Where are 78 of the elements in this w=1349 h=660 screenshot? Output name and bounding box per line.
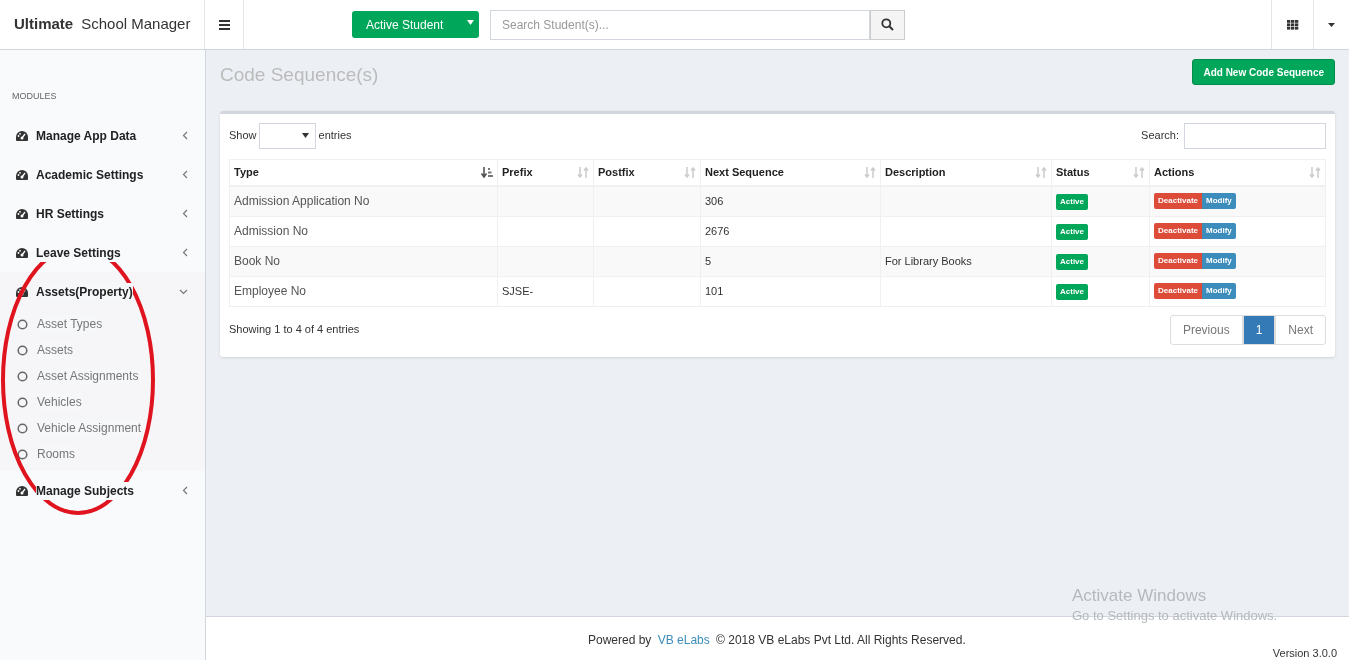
- circle-icon: [17, 448, 28, 460]
- dashboard-icon: [15, 207, 29, 220]
- deactivate-button[interactable]: Deactivate: [1154, 283, 1203, 299]
- activation-notice-text: Go to Settings to activate Windows.: [1072, 607, 1278, 625]
- submenu-item[interactable]: Vehicles: [0, 389, 205, 415]
- sidebar-item[interactable]: Assets(Property): [0, 272, 205, 311]
- dashboard-icon: [15, 484, 29, 497]
- circle-icon: [17, 370, 28, 382]
- table-cell: SJSE-: [502, 284, 534, 297]
- sidebar-item[interactable]: Academic Settings: [0, 155, 205, 194]
- circle-icon: [17, 318, 28, 330]
- menu-icon: [218, 19, 230, 30]
- modify-button[interactable]: Modify: [1202, 283, 1236, 299]
- table-cell: 5: [705, 254, 712, 267]
- entries-label: entries: [318, 128, 352, 144]
- grid-icon: [1286, 19, 1299, 30]
- pagination-button[interactable]: 1: [1242, 314, 1276, 345]
- modify-button[interactable]: Modify: [1202, 253, 1236, 269]
- sidebar-item[interactable]: Manage App Data: [0, 116, 205, 155]
- chevron-left-icon: [182, 131, 188, 140]
- deactivate-button[interactable]: Deactivate: [1154, 193, 1203, 210]
- sidebar-item[interactable]: HR Settings: [0, 194, 205, 233]
- chevron-left-icon: [182, 486, 188, 495]
- dashboard-icon: [15, 168, 29, 181]
- circle-icon: [17, 396, 28, 408]
- add-button[interactable]: Add New Code Sequence: [1192, 59, 1335, 85]
- show-label: Show: [229, 128, 257, 144]
- table-info: Showing 1 to 4 of 4 entries: [229, 322, 360, 338]
- dashboard-icon: [15, 285, 29, 298]
- footer-link[interactable]: VB eLabs: [657, 633, 710, 647]
- modify-button[interactable]: Modify: [1202, 223, 1236, 239]
- table-cell: Admission Application No: [234, 194, 370, 209]
- student-filter-dropdown[interactable]: Active Student: [352, 11, 479, 38]
- modify-button[interactable]: Modify: [1202, 193, 1236, 210]
- caret-icon: [301, 132, 309, 139]
- app-title: Ultimate School Manager: [0, 0, 205, 49]
- deactivate-button[interactable]: Deactivate: [1154, 223, 1203, 239]
- status-badge: Active: [1056, 284, 1088, 300]
- section-heading: MODULES: [11, 90, 58, 102]
- search-icon: [881, 18, 894, 31]
- status-badge: Active: [1056, 224, 1088, 240]
- search-field[interactable]: Search Student(s)...: [490, 9, 870, 40]
- status-badge: Active: [1056, 254, 1088, 270]
- table-search-field[interactable]: [1184, 122, 1326, 149]
- footer-text: Powered by VB eLabs © 2018 VB eLabs Pvt Ltd. All Rights Reserved.: [588, 632, 966, 649]
- search-label: Search:: [1141, 128, 1179, 144]
- version-text: Version 3.0.0: [1272, 647, 1337, 660]
- table-cell: Book No: [234, 254, 281, 268]
- pagination-button[interactable]: Previous: [1169, 314, 1243, 345]
- pagination-button[interactable]: Next: [1275, 314, 1326, 345]
- table-cell: 2676: [705, 224, 730, 237]
- table-cell: For Library Books: [885, 254, 972, 267]
- dashboard-icon: [15, 129, 29, 142]
- table-cell: 306: [705, 195, 724, 207]
- chevron-left-icon: [182, 170, 188, 179]
- chevron-left-icon: [182, 248, 188, 257]
- caret-icon: [1328, 22, 1335, 27]
- submenu-item[interactable]: Vehicle Assignment: [0, 415, 205, 441]
- chevron-down-icon: [179, 288, 188, 295]
- chevron-left-icon: [182, 209, 188, 218]
- circle-icon: [17, 422, 28, 434]
- table-cell: Employee No: [234, 284, 307, 298]
- sidebar-item[interactable]: Manage Subjects: [0, 471, 205, 510]
- submenu-item[interactable]: Asset Types: [0, 311, 205, 337]
- table-cell: Admission No: [234, 224, 309, 238]
- table-cell: 101: [705, 284, 724, 297]
- activation-notice-title: Activate Windows: [1072, 585, 1208, 607]
- submenu-item[interactable]: Rooms: [0, 441, 205, 467]
- caret-icon: [467, 20, 474, 26]
- sidebar-item[interactable]: Leave Settings: [0, 233, 205, 272]
- search-button[interactable]: [870, 9, 905, 40]
- page-title: Code Sequence(s): [220, 63, 379, 87]
- status-badge: Active: [1056, 194, 1088, 211]
- circle-icon: [17, 344, 28, 356]
- submenu-item[interactable]: Assets: [0, 337, 205, 363]
- dashboard-icon: [15, 246, 29, 259]
- deactivate-button[interactable]: Deactivate: [1154, 253, 1203, 269]
- submenu-item[interactable]: Asset Assignments: [0, 363, 205, 389]
